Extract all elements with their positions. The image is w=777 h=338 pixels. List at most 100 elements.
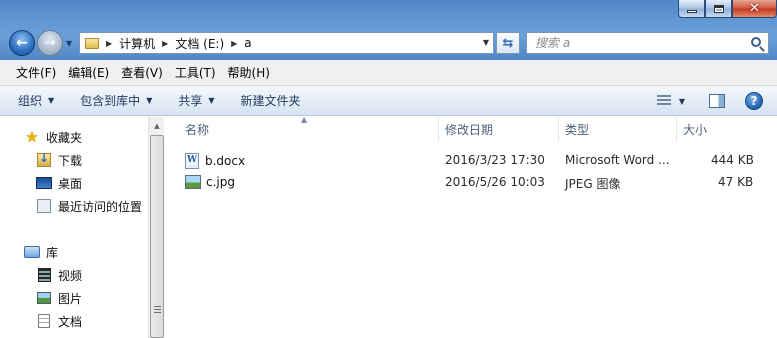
- star-icon: ★: [25, 128, 39, 146]
- column-header-name[interactable]: 名称: [179, 117, 439, 142]
- organize-button[interactable]: 组织 ▼: [18, 92, 54, 109]
- scroll-up-icon[interactable]: ▲: [149, 117, 165, 134]
- forward-button[interactable]: →: [37, 30, 63, 56]
- maximize-button[interactable]: [705, 0, 732, 18]
- sidebar-item-libraries[interactable]: 库: [24, 242, 58, 262]
- file-name-cell[interactable]: c.jpg: [185, 175, 235, 189]
- file-size: 47 KB: [718, 175, 754, 189]
- refresh-button[interactable]: ⇆: [496, 32, 520, 54]
- sidebar-item-videos[interactable]: 视频: [36, 265, 82, 285]
- back-arrow-icon: ←: [16, 35, 28, 51]
- search-icon[interactable]: [751, 37, 761, 47]
- sidebar-item-label: 图片: [58, 291, 83, 306]
- file-name: c.jpg: [206, 175, 235, 189]
- title-bar: ✕ ← → ▼ ▶ 计算机 ▶ 文档 (E:) ▶ a ▼ ⇆: [0, 0, 777, 60]
- window-controls: ✕: [678, 0, 777, 18]
- sidebar-item-label: 最近访问的位置: [58, 199, 143, 214]
- sidebar-item-label: 视频: [58, 268, 83, 283]
- recent-pages-dropdown[interactable]: ▼: [66, 39, 72, 48]
- menu-view[interactable]: 查看(V): [115, 64, 169, 81]
- sidebar-item-label: 库: [46, 245, 59, 260]
- address-dropdown-icon[interactable]: ▼: [483, 38, 489, 47]
- address-bar[interactable]: ▶ 计算机 ▶ 文档 (E:) ▶ a ▼: [79, 32, 494, 54]
- sidebar-item-label: 文档: [58, 314, 83, 329]
- search-box[interactable]: [526, 32, 769, 54]
- table-row[interactable]: c.jpg 2016/5/26 10:03 JPEG 图像 47 KB: [179, 172, 769, 194]
- forward-arrow-icon: →: [44, 35, 56, 51]
- new-folder-label: 新建文件夹: [240, 94, 301, 108]
- preview-pane-icon[interactable]: [709, 94, 725, 108]
- include-in-library-label: 包含到库中: [80, 94, 141, 108]
- file-name-cell[interactable]: b.docx: [185, 153, 245, 169]
- jpeg-image-icon: [185, 175, 201, 189]
- navigation-pane-scrollbar[interactable]: ▲: [148, 117, 164, 338]
- menu-bar: 文件(F) 编辑(E) 查看(V) 工具(T) 帮助(H): [0, 60, 777, 86]
- sidebar-item-documents[interactable]: 文档: [36, 311, 82, 331]
- maximize-icon: [713, 4, 724, 13]
- sidebar-item-recent-places[interactable]: 最近访问的位置: [36, 196, 142, 216]
- chevron-down-icon: ▼: [208, 96, 215, 105]
- close-button[interactable]: ✕: [732, 0, 777, 18]
- navigation-buttons: ← → ▼: [9, 30, 72, 56]
- menu-help[interactable]: 帮助(H): [222, 64, 276, 81]
- minimize-icon: [686, 10, 697, 13]
- organize-label: 组织: [18, 94, 43, 108]
- downloads-icon: [36, 151, 52, 168]
- column-header-label: 修改日期: [445, 123, 494, 137]
- breadcrumb-separator-icon[interactable]: ▶: [106, 39, 112, 48]
- file-type: Microsoft Word ...: [565, 153, 670, 167]
- breadcrumb-drive-e[interactable]: 文档 (E:): [175, 35, 224, 52]
- new-folder-button[interactable]: 新建文件夹: [241, 92, 301, 109]
- sidebar-item-downloads[interactable]: 下载: [36, 150, 82, 170]
- include-in-library-button[interactable]: 包含到库中 ▼: [80, 92, 152, 109]
- menu-file[interactable]: 文件(F): [10, 64, 62, 81]
- change-view-icon[interactable]: [656, 95, 671, 107]
- help-icon[interactable]: ?: [745, 92, 763, 110]
- scrollbar-thumb[interactable]: [150, 135, 164, 338]
- column-header-type[interactable]: 类型: [559, 117, 677, 142]
- column-header-label: 类型: [565, 123, 590, 137]
- video-icon: [36, 267, 52, 283]
- minimize-button[interactable]: [678, 0, 705, 18]
- file-date: 2016/5/26 10:03: [445, 175, 545, 189]
- column-header-size[interactable]: 大小: [677, 117, 757, 142]
- file-list: ▲ 名称 修改日期 类型 大小 b.docx 2016/3/23 17:30 M…: [165, 115, 777, 338]
- view-options-dropdown-icon[interactable]: ▼: [679, 97, 685, 106]
- sidebar-item-label: 收藏夹: [46, 130, 83, 145]
- breadcrumb-folder-a[interactable]: a: [244, 36, 251, 50]
- folder-icon: [85, 37, 99, 49]
- view-controls: ▼ ?: [656, 86, 777, 116]
- recent-places-icon: [36, 198, 52, 214]
- picture-icon: [36, 290, 52, 306]
- breadcrumb-separator-icon[interactable]: ▶: [231, 39, 237, 48]
- column-header-date[interactable]: 修改日期: [439, 117, 559, 142]
- file-type: JPEG 图像: [565, 177, 621, 191]
- column-header-row: ▲ 名称 修改日期 类型 大小: [165, 115, 777, 142]
- file-name: b.docx: [205, 154, 246, 168]
- file-size: 444 KB: [711, 153, 754, 167]
- breadcrumb-separator-icon[interactable]: ▶: [162, 39, 168, 48]
- search-input[interactable]: [535, 36, 735, 50]
- share-label: 共享: [178, 94, 203, 108]
- desktop-icon: [36, 175, 52, 191]
- share-button[interactable]: 共享 ▼: [178, 92, 214, 109]
- chevron-down-icon: ▼: [48, 96, 55, 105]
- table-row[interactable]: b.docx 2016/3/23 17:30 Microsoft Word ..…: [179, 150, 769, 172]
- document-icon: [36, 313, 52, 329]
- menu-tools[interactable]: 工具(T): [169, 64, 222, 81]
- column-header-label: 大小: [683, 123, 708, 137]
- column-header-label: 名称: [185, 123, 210, 137]
- scrollbar-grip-icon: [154, 306, 161, 313]
- sidebar-item-desktop[interactable]: 桌面: [36, 173, 82, 193]
- sidebar-item-pictures[interactable]: 图片: [36, 288, 82, 308]
- word-document-icon: [185, 153, 199, 169]
- close-icon: ✕: [749, 1, 760, 16]
- file-date: 2016/3/23 17:30: [445, 153, 545, 167]
- menu-edit[interactable]: 编辑(E): [62, 64, 115, 81]
- sidebar-item-label: 桌面: [58, 176, 83, 191]
- back-button[interactable]: ←: [9, 30, 35, 56]
- sidebar-item-favorites[interactable]: ★ 收藏夹: [24, 127, 82, 147]
- refresh-icon: ⇆: [502, 35, 514, 51]
- breadcrumb-computer[interactable]: 计算机: [119, 35, 155, 52]
- library-icon: [24, 244, 40, 260]
